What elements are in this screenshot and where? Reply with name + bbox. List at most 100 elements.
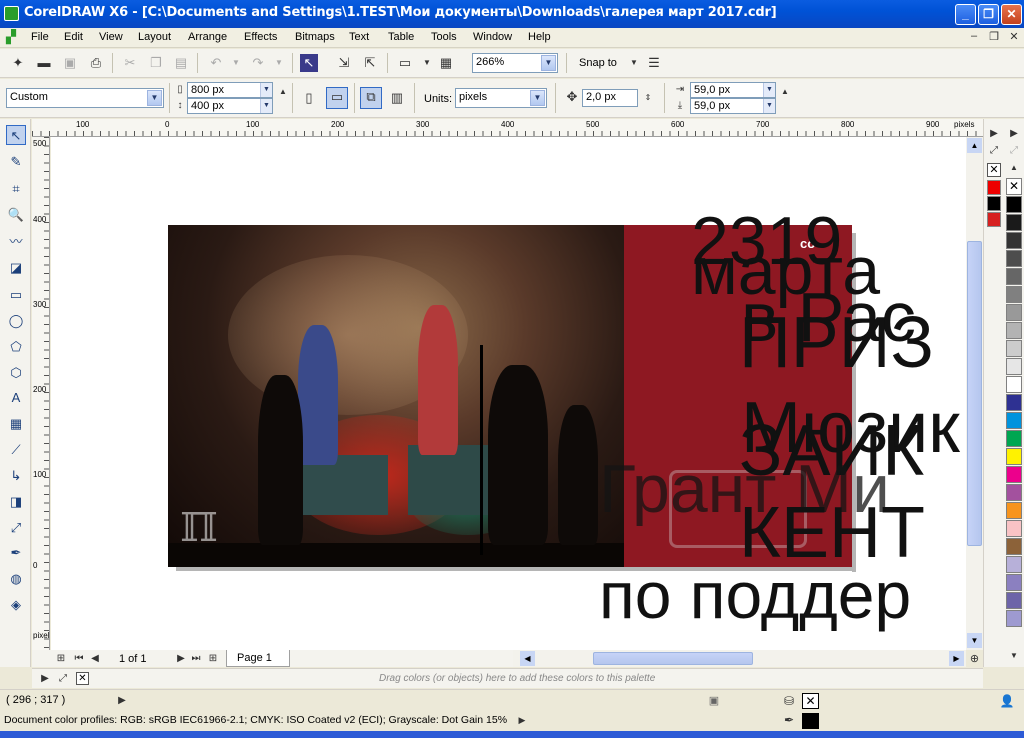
pick-tool-icon[interactable]: ↖ [6, 125, 26, 145]
vertical-ruler[interactable]: 500 400 300 200 100 0 pixels [32, 137, 50, 650]
spinner-up-icon[interactable]: ▲ [776, 83, 794, 101]
horizontal-scrollbar[interactable]: ◀ ▶ [513, 650, 966, 667]
no-fill-icon[interactable]: ✕ [76, 672, 89, 685]
menu-layout[interactable]: Layout [138, 31, 171, 43]
nudge-distance-field[interactable]: 2,0 px [582, 89, 638, 107]
menu-arrange[interactable]: Arrange [188, 31, 227, 43]
color-swatch[interactable] [1006, 196, 1022, 213]
horizontal-scroll-thumb[interactable] [593, 652, 753, 665]
doc-close-icon[interactable]: ✕ [1006, 30, 1022, 45]
color-swatch[interactable] [1006, 466, 1022, 483]
close-button[interactable]: ✕ [1001, 4, 1022, 25]
color-swatch[interactable] [1006, 376, 1022, 393]
page-preset-select[interactable]: Custom ▼ [6, 88, 164, 108]
current-page-icon[interactable]: ▥ [388, 89, 406, 107]
paste-icon[interactable]: ▤ [172, 54, 190, 72]
color-swatch[interactable] [1006, 340, 1022, 357]
interactive-fill-icon[interactable]: ◈ [6, 595, 26, 615]
fill-none-icon[interactable]: ✕ [802, 693, 819, 709]
palette-down-icon[interactable]: ▼ [1005, 647, 1023, 665]
minimize-button[interactable]: _ [955, 4, 976, 25]
menu-effects[interactable]: Effects [244, 31, 277, 43]
spin-icon[interactable]: ▼ [763, 83, 775, 97]
menu-bitmaps[interactable]: Bitmaps [295, 31, 335, 43]
rectangle-tool-icon[interactable]: ▭ [6, 285, 26, 305]
color-swatch[interactable] [1006, 286, 1022, 303]
menu-file[interactable]: File [31, 31, 49, 43]
palette-eyedropper-icon[interactable]: ⤢ [1005, 142, 1023, 160]
doc-restore-icon[interactable]: ❐ [986, 30, 1002, 45]
open-icon[interactable]: ▬ [35, 54, 53, 72]
red-swatch[interactable] [987, 212, 1001, 227]
chevron-down-icon[interactable]: ▼ [541, 55, 556, 71]
scroll-down-icon[interactable]: ▼ [967, 633, 982, 648]
crop-tool-icon[interactable]: ⌗ [6, 179, 26, 199]
duplicate-x-field[interactable]: 59,0 px ▼ [690, 82, 776, 98]
tab-page-1[interactable]: Page 1 [226, 650, 290, 667]
previous-page-icon[interactable]: ◀ [86, 650, 104, 668]
menu-help[interactable]: Help [528, 31, 551, 43]
print-icon[interactable]: ⎙ [87, 54, 105, 72]
outline-color-swatch[interactable] [802, 713, 819, 729]
color-swatch[interactable] [1006, 484, 1022, 501]
ellipse-tool-icon[interactable]: ◯ [6, 311, 26, 331]
chevron-down-icon[interactable]: ▼ [147, 90, 162, 106]
color-profiles-text[interactable]: Document color profiles: RGB: sRGB IEC61… [4, 714, 507, 726]
export-icon[interactable]: ⇱ [361, 54, 379, 72]
drawing-canvas[interactable]: ℿ со 2319 марта в Рас ПРИЗ Мюзик ЗАИК Гр… [51, 137, 966, 650]
table-tool-icon[interactable]: ▦ [6, 414, 26, 434]
color-swatch[interactable] [1006, 556, 1022, 573]
palette-up-icon[interactable]: ▲ [1005, 159, 1023, 177]
canvas-text-line4[interactable]: ПРИЗ [739, 307, 934, 379]
portrait-icon[interactable]: ▯ [300, 89, 318, 107]
color-swatch[interactable] [1006, 214, 1022, 231]
menu-window[interactable]: Window [473, 31, 512, 43]
redo-dropdown-icon[interactable]: ▼ [270, 54, 288, 72]
scroll-up-icon[interactable]: ▲ [967, 138, 982, 153]
spin-icon[interactable]: ▼ [763, 99, 775, 113]
copy-icon[interactable]: ❐ [147, 54, 165, 72]
doc-minimize-icon[interactable]: – [966, 30, 982, 45]
eyedropper-tool-icon[interactable]: ⤢ [6, 518, 26, 538]
options-icon[interactable]: ☰ [645, 54, 663, 72]
profiles-arrow-icon[interactable]: ▶ [513, 711, 531, 729]
color-swatch[interactable] [1006, 232, 1022, 249]
color-swatch[interactable] [1006, 268, 1022, 285]
color-swatch[interactable] [1006, 250, 1022, 267]
document-icon[interactable]: ▞ [2, 28, 20, 46]
units-select[interactable]: pixels ▼ [455, 88, 547, 108]
outline-pen-icon[interactable]: ✒ [780, 711, 798, 729]
restore-button[interactable]: ❐ [978, 4, 999, 25]
landscape-icon[interactable]: ▭ [326, 87, 348, 109]
add-page-before-icon[interactable]: ⊞ [52, 650, 70, 668]
undo-dropdown-icon[interactable]: ▼ [227, 54, 245, 72]
fill-bucket-icon[interactable]: ⛁ [780, 692, 798, 710]
outline-tool-icon[interactable]: ✒ [6, 543, 26, 563]
redo-icon[interactable]: ↷ [249, 54, 267, 72]
red-swatch[interactable] [987, 180, 1001, 195]
coreldraw-app-icon[interactable] [4, 6, 19, 21]
snap-dropdown-icon[interactable]: ▼ [625, 54, 643, 72]
color-swatch[interactable] [1006, 520, 1022, 537]
color-swatch[interactable] [1006, 610, 1022, 627]
zoom-levels[interactable]: 266% ▼ [472, 53, 558, 73]
page-height-field[interactable]: 400 px ▼ [187, 98, 273, 114]
color-swatch[interactable] [1006, 448, 1022, 465]
scroll-left-icon[interactable]: ◀ [520, 651, 535, 666]
duplicate-y-field[interactable]: 59,0 px ▼ [690, 98, 776, 114]
vertical-scroll-thumb[interactable] [967, 241, 982, 546]
palette-scroll-icon[interactable]: ▶ [1005, 125, 1023, 143]
menu-edit[interactable]: Edit [64, 31, 83, 43]
connector-tool-icon[interactable]: ↳ [6, 466, 26, 486]
new-icon[interactable]: ✦ [9, 54, 27, 72]
last-page-icon[interactable]: ⏭ [187, 650, 205, 668]
zoom-tool-icon[interactable]: 🔍 [6, 205, 26, 225]
add-page-after-icon[interactable]: ⊞ [204, 650, 222, 668]
status-expand-icon[interactable]: ▶ [113, 692, 131, 710]
freehand-tool-icon[interactable]: 〰 [6, 232, 26, 252]
menu-tools[interactable]: Tools [431, 31, 457, 43]
search-content-icon[interactable]: ↖ [300, 54, 318, 72]
welcome-screen-icon[interactable]: ▦ [437, 54, 455, 72]
smart-fill-icon[interactable]: ◪ [6, 258, 26, 278]
black-swatch[interactable] [987, 196, 1001, 211]
